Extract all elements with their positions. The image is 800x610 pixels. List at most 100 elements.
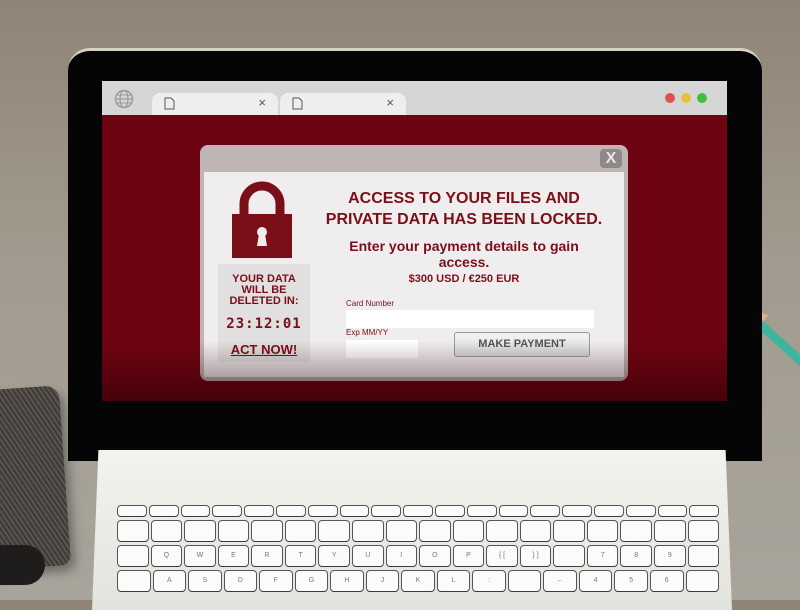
expiry-label: Exp MM/YY <box>346 328 389 337</box>
keyboard-key[interactable]: 9 <box>655 546 685 566</box>
act-now-link[interactable]: ACT NOW! <box>218 342 310 357</box>
keyboard-key[interactable] <box>655 521 685 541</box>
keyboard-key[interactable]: A <box>153 571 186 591</box>
keyboard-key[interactable]: P <box>453 546 484 566</box>
keyboard-key[interactable]: Q <box>151 546 182 566</box>
keyboard-key[interactable] <box>621 521 651 541</box>
keyboard-key[interactable] <box>218 521 249 541</box>
keyboard-key[interactable] <box>276 506 305 516</box>
keyboard-key[interactable] <box>372 506 401 516</box>
keyboard-key[interactable] <box>404 506 432 516</box>
keyboard-key[interactable] <box>487 521 517 541</box>
countdown-panel: YOUR DATA WILL BE DELETED IN: 23:12:01 A… <box>218 264 310 362</box>
window-close-button[interactable] <box>665 93 675 103</box>
tab-close-icon[interactable]: × <box>386 95 394 110</box>
keyboard-key[interactable] <box>118 571 150 591</box>
keyboard-key[interactable] <box>688 521 719 541</box>
keyboard-key[interactable] <box>688 546 719 566</box>
window-controls <box>665 93 707 103</box>
card-number-label: Card Number <box>346 299 395 308</box>
keyboard-key[interactable] <box>118 546 148 566</box>
window-minimize-button[interactable] <box>681 93 691 103</box>
keyboard-key[interactable] <box>151 521 182 541</box>
keyboard-key[interactable]: Y <box>319 546 349 566</box>
keyboard-key[interactable]: T <box>285 546 316 566</box>
tab-close-icon[interactable]: × <box>258 95 266 110</box>
dialog-close-button[interactable]: X <box>600 149 622 168</box>
keyboard-key[interactable] <box>435 506 464 516</box>
keyboard-key[interactable] <box>213 506 242 516</box>
keyboard-key[interactable]: W <box>185 546 215 566</box>
keyboard-key[interactable] <box>453 521 484 541</box>
keyboard-key[interactable]: D <box>224 571 257 591</box>
countdown-label: YOUR DATA WILL BE DELETED IN: <box>229 273 299 307</box>
keyboard-key[interactable] <box>319 521 349 541</box>
keyboard-key[interactable]: O <box>420 546 450 566</box>
keyboard-key[interactable]: I <box>386 546 417 566</box>
keyboard-key[interactable] <box>563 506 591 516</box>
keyboard-key[interactable] <box>499 506 528 516</box>
keyboard-key[interactable] <box>181 506 210 516</box>
keyboard-key[interactable] <box>686 571 719 591</box>
keyboard-key[interactable] <box>467 506 496 516</box>
keyboard-key[interactable] <box>626 506 655 516</box>
keyboard-key[interactable]: G <box>295 571 328 591</box>
keyboard-key[interactable] <box>554 546 584 566</box>
keyboard-key[interactable]: 6 <box>650 571 683 591</box>
keyboard-key[interactable] <box>386 521 417 541</box>
keyboard-key[interactable] <box>285 521 316 541</box>
padlock-icon <box>232 181 292 258</box>
keyboard-key[interactable] <box>118 506 146 516</box>
document-icon <box>292 97 303 110</box>
keyboard-key[interactable] <box>587 521 618 541</box>
window-maximize-button[interactable] <box>697 93 707 103</box>
keyboard-key[interactable]: S <box>189 571 221 591</box>
keyboard-key[interactable]: K <box>402 571 434 591</box>
keyboard-key[interactable]: L <box>437 571 470 591</box>
make-payment-button[interactable]: MAKE PAYMENT <box>454 332 590 357</box>
browser-tab-2[interactable]: × <box>280 93 406 115</box>
keyboard-key[interactable]: R <box>252 546 282 566</box>
keyboard-key[interactable]: F <box>260 571 292 591</box>
keyboard-key[interactable]: } ] <box>520 546 551 566</box>
keyboard-key[interactable]: U <box>352 546 383 566</box>
keyboard-key[interactable] <box>340 506 369 516</box>
keyboard-key[interactable]: E <box>218 546 249 566</box>
keyboard-key[interactable]: 8 <box>621 546 651 566</box>
keyboard-key[interactable] <box>352 521 383 541</box>
keyboard-key[interactable] <box>520 521 551 541</box>
expiry-month-field[interactable] <box>346 340 382 358</box>
subheading: Enter your payment details to gain acces… <box>349 238 579 270</box>
keyboard-key[interactable] <box>690 506 719 516</box>
keyboard-key[interactable] <box>508 571 541 591</box>
card-number-field[interactable] <box>346 310 594 328</box>
browser-bar: × × <box>102 81 727 115</box>
keyboard-key[interactable] <box>531 506 560 516</box>
keyboard: Q W E R T Y U I O P{ [} ] 7 8 9 A S D F G H J K L: ← 4 5 6 <box>118 506 719 596</box>
keyboard-key[interactable]: { [ <box>487 546 517 566</box>
keyboard-key[interactable]: ← <box>544 571 576 591</box>
ransom-dialog: X YOUR DATA WILL BE DELETED IN: 23:12:01… <box>200 145 628 381</box>
keyboard-key[interactable] <box>149 506 178 516</box>
keyboard-key[interactable] <box>554 521 584 541</box>
keyboard-key[interactable]: : <box>473 571 505 591</box>
keyboard-key[interactable]: 7 <box>587 546 618 566</box>
ransom-price: $300 USD / €250 EUR <box>408 273 520 285</box>
keyboard-key[interactable] <box>308 506 337 516</box>
keyboard-key[interactable]: 4 <box>579 571 612 591</box>
keyboard-key[interactable] <box>245 506 273 516</box>
browser-tab-1[interactable]: × <box>152 93 278 115</box>
keyboard-key[interactable] <box>252 521 282 541</box>
keyboard-key[interactable] <box>658 506 687 516</box>
keyboard-key[interactable] <box>594 506 623 516</box>
keyboard-key[interactable] <box>118 521 148 541</box>
expiry-year-field[interactable] <box>382 340 418 358</box>
keyboard-key[interactable]: J <box>366 571 399 591</box>
keyboard-key[interactable] <box>185 521 215 541</box>
keyboard-key[interactable]: 5 <box>615 571 647 591</box>
headline: ACCESS TO YOUR FILES AND PRIVATE DATA HA… <box>325 190 603 228</box>
keyboard-key[interactable]: H <box>331 571 363 591</box>
notebook <box>0 385 72 571</box>
keyboard-key[interactable] <box>420 521 450 541</box>
dialog-body: YOUR DATA WILL BE DELETED IN: 23:12:01 A… <box>204 172 624 377</box>
